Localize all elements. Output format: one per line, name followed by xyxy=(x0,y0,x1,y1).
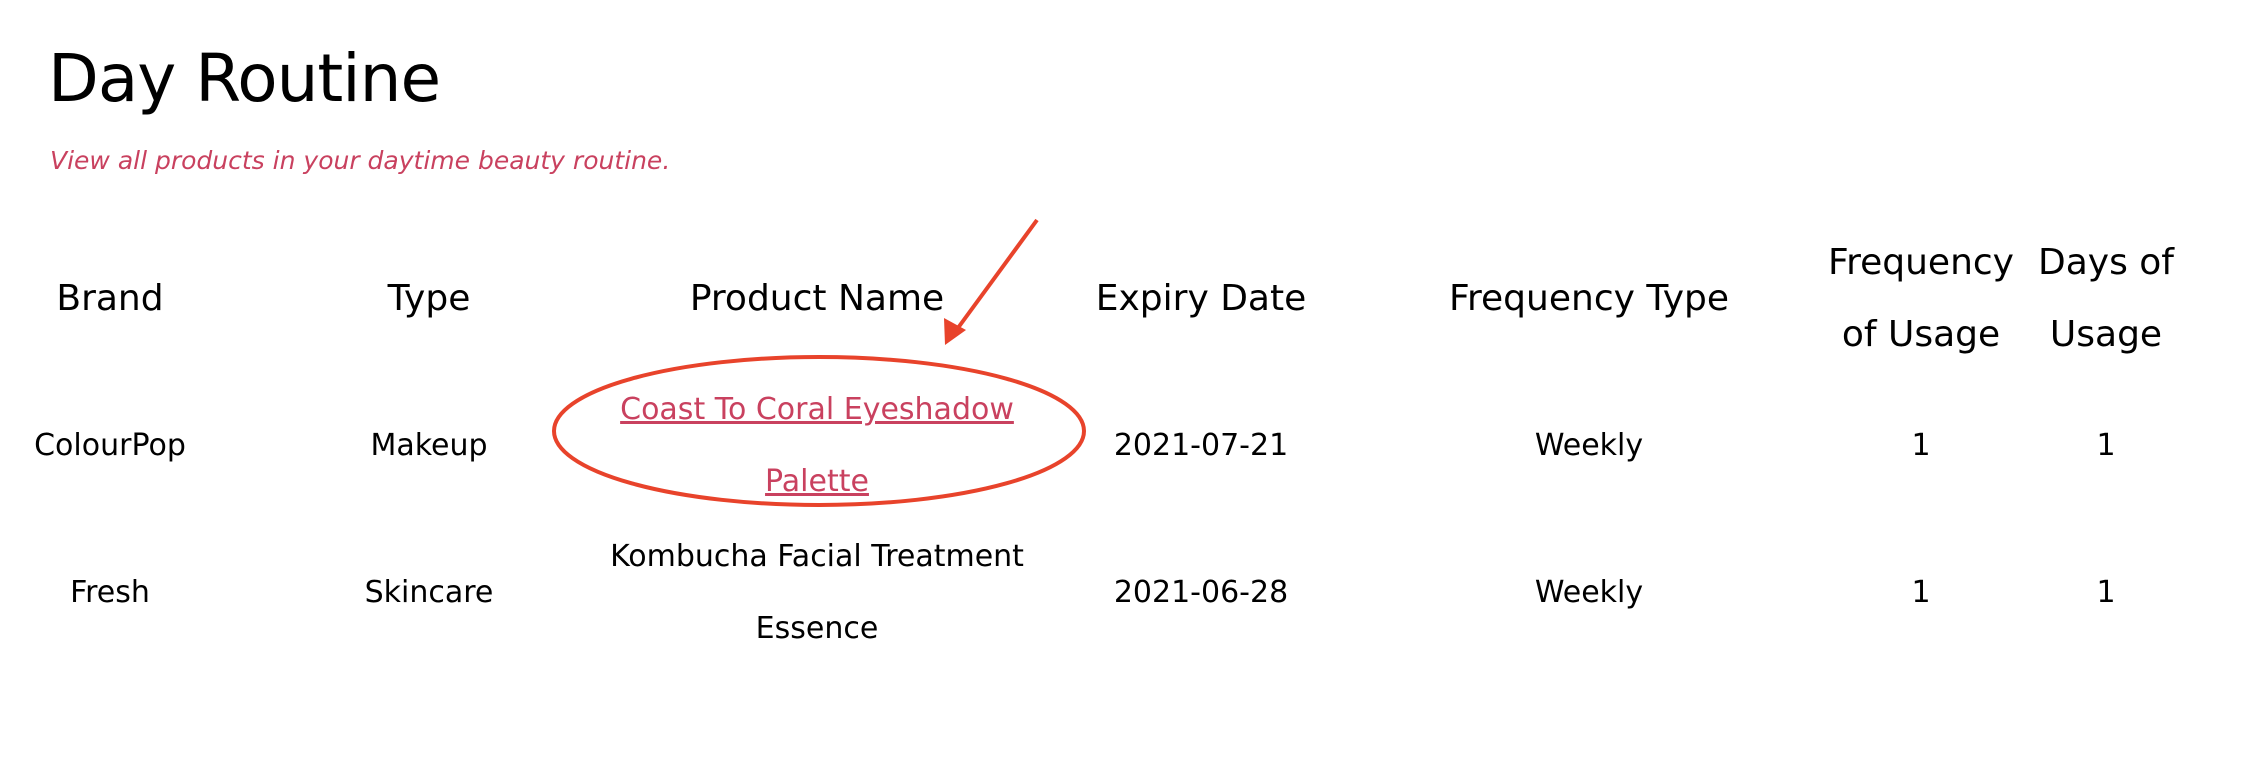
header-brand: Brand xyxy=(56,278,164,319)
cell-days-of-usage: 1 xyxy=(2096,428,2116,463)
cell-type: Skincare xyxy=(364,575,494,610)
cell-days-of-usage: 1 xyxy=(2096,575,2116,610)
header-days-of-usage: Days of Usage xyxy=(2038,242,2174,355)
cell-brand: Fresh xyxy=(70,575,150,610)
header-product-name: Product Name xyxy=(689,278,945,319)
cell-frequency-type: Weekly xyxy=(1534,428,1644,463)
header-type: Type xyxy=(387,278,471,319)
header-frequency-of-usage: Frequency of Usage xyxy=(1828,242,2014,355)
cell-frequency-of-usage: 1 xyxy=(1911,575,1931,610)
cell-type: Makeup xyxy=(370,428,488,463)
product-link[interactable]: Coast To Coral Eyeshadow Palette xyxy=(620,392,1014,499)
cell-expiry-date: 2021-07-21 xyxy=(1113,428,1289,463)
cell-product-name: Kombucha Facial Treatment Essence xyxy=(610,539,1024,646)
header-frequency-type: Frequency Type xyxy=(1448,278,1730,319)
page-subtitle: View all products in your daytime beauty… xyxy=(50,146,671,175)
page-title: Day Routine xyxy=(48,40,441,117)
cell-frequency-type: Weekly xyxy=(1534,575,1644,610)
cell-brand: ColourPop xyxy=(34,428,186,463)
cell-frequency-of-usage: 1 xyxy=(1911,428,1931,463)
cell-product-name: Coast To Coral Eyeshadow Palette xyxy=(597,374,1037,518)
header-expiry-date: Expiry Date xyxy=(1095,278,1307,319)
cell-expiry-date: 2021-06-28 xyxy=(1113,575,1289,610)
